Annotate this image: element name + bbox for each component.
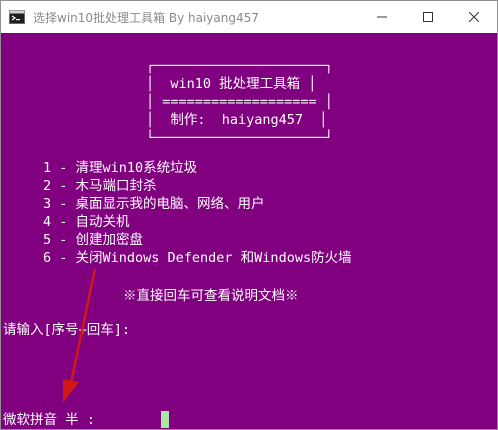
menu-item-5: 5 - 创建加密盘 xyxy=(43,232,144,248)
text-cursor xyxy=(161,411,169,428)
box-bottom-border: └─────────────────────┘ xyxy=(146,130,333,146)
maximize-button[interactable] xyxy=(405,1,451,33)
console-output[interactable]: ┌─────────────────────┐ │ win10 批处理工具箱 │… xyxy=(1,33,497,429)
menu-item-4: 4 - 自动关机 xyxy=(43,214,130,230)
box-separator-row: │ =================== │ xyxy=(146,94,333,110)
box-top-border: ┌─────────────────────┐ xyxy=(146,58,333,74)
hint-text: ※直接回车可查看说明文档※ xyxy=(123,288,299,304)
title-bar[interactable]: 选择win10批处理工具箱 By haiyang457 xyxy=(1,1,497,33)
title-box: ┌─────────────────────┐ │ win10 批处理工具箱 │… xyxy=(146,57,333,147)
menu-item-3: 3 - 桌面显示我的电脑、网络、用户 xyxy=(43,196,265,212)
maximize-icon xyxy=(423,12,433,22)
window-controls xyxy=(359,1,497,33)
window-title: 选择win10批处理工具箱 By haiyang457 xyxy=(33,10,259,25)
menu-item-2: 2 - 木马端口封杀 xyxy=(43,178,157,194)
input-prompt: 请输入[序号+回车]: xyxy=(3,322,131,338)
minimize-button[interactable] xyxy=(359,1,405,33)
box-author-row: │ 制作: haiyang457 │ xyxy=(146,112,328,128)
close-button[interactable] xyxy=(451,1,497,33)
menu-item-6: 6 - 关闭Windows Defender 和Windows防火墙 xyxy=(43,250,352,266)
console-window: 选择win10批处理工具箱 By haiyang457 ┌───────────… xyxy=(0,0,498,430)
box-title-row: │ win10 批处理工具箱 │ xyxy=(146,76,317,92)
ime-status-text: 微软拼音 半 : xyxy=(3,412,95,428)
menu-item-1: 1 - 清理win10系统垃圾 xyxy=(43,160,198,176)
minimize-icon xyxy=(377,16,387,18)
close-icon xyxy=(469,12,479,22)
console-app-icon xyxy=(9,10,25,24)
